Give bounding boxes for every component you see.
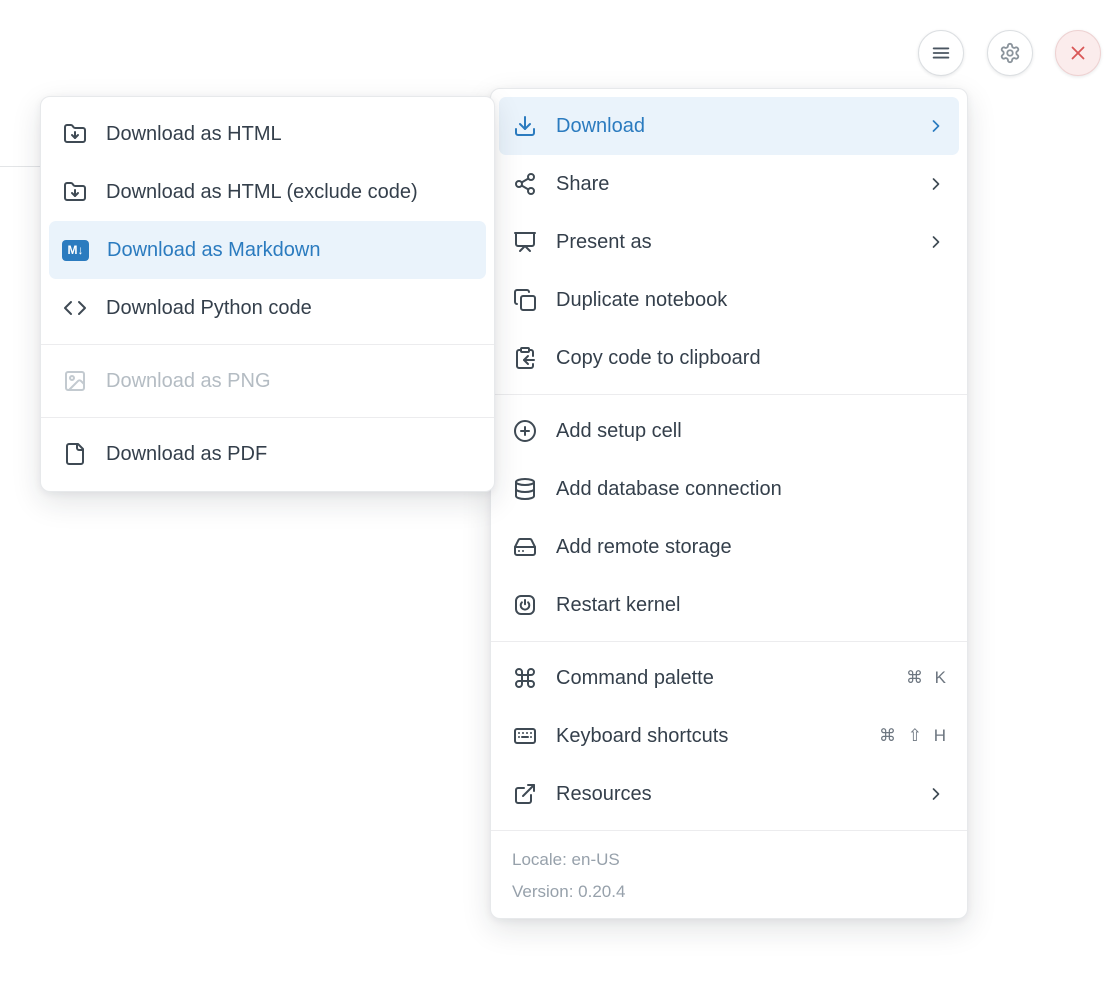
menu-item-label: Download Python code	[106, 297, 473, 320]
menu-divider	[491, 641, 967, 642]
chevron-right-icon	[926, 232, 946, 252]
menu-item-add-setup-cell[interactable]: Add setup cell	[499, 402, 959, 460]
folder-download-icon	[62, 179, 88, 205]
menu-item-label: Restart kernel	[556, 594, 946, 617]
menu-item-download-as-png[interactable]: Download as PNG	[49, 352, 486, 410]
menu-item-label: Keyboard shortcuts	[556, 725, 861, 748]
plus-circle-icon	[512, 418, 538, 444]
menu-item-download[interactable]: Download	[499, 97, 959, 155]
locale-text: Locale: en-US	[512, 844, 946, 876]
menu-item-label: Copy code to clipboard	[556, 347, 946, 370]
power-icon	[512, 592, 538, 618]
external-link-icon	[512, 781, 538, 807]
download-icon	[512, 113, 538, 139]
file-icon	[62, 441, 88, 467]
menu-item-label: Download as PDF	[106, 443, 473, 466]
menu-item-label: Download as HTML	[106, 123, 473, 146]
settings-button[interactable]	[987, 30, 1033, 76]
hard-drive-icon	[512, 534, 538, 560]
markdown-badge: M↓	[62, 240, 89, 261]
menu-item-label: Share	[556, 173, 908, 196]
download-submenu: Download as HTML Download as HTML (exclu…	[40, 96, 495, 492]
menu-item-label: Present as	[556, 231, 908, 254]
menu-item-present-as[interactable]: Present as	[499, 213, 959, 271]
chevron-right-icon	[926, 116, 946, 136]
menu-item-download-python-code[interactable]: Download Python code	[49, 279, 486, 337]
menu-divider	[41, 344, 494, 345]
menu-item-label: Download as Markdown	[107, 239, 473, 262]
shortcut-hint: ⌘ ⇧ H	[879, 726, 946, 746]
menu-item-add-remote-storage[interactable]: Add remote storage	[499, 518, 959, 576]
menu-divider	[491, 830, 967, 831]
shortcut-hint: ⌘ K	[906, 668, 946, 688]
menu-item-download-as-html[interactable]: Download as HTML	[49, 105, 486, 163]
menu-item-add-database-connection[interactable]: Add database connection	[499, 460, 959, 518]
menu-item-label: Add database connection	[556, 478, 946, 501]
close-button[interactable]	[1055, 30, 1101, 76]
menu-item-resources[interactable]: Resources	[499, 765, 959, 823]
chevron-right-icon	[926, 174, 946, 194]
keyboard-icon	[512, 723, 538, 749]
notebook-menu-button[interactable]	[918, 30, 964, 76]
share-icon	[512, 171, 538, 197]
menu-item-download-as-markdown[interactable]: M↓ Download as Markdown	[49, 221, 486, 279]
menu-item-restart-kernel[interactable]: Restart kernel	[499, 576, 959, 634]
menu-item-copy-code-to-clipboard[interactable]: Copy code to clipboard	[499, 329, 959, 387]
clipboard-copy-icon	[512, 345, 538, 371]
folder-download-icon	[62, 121, 88, 147]
notebook-actions-menu: Download Share Present as Duplicate note…	[490, 88, 968, 919]
menu-item-label: Download as PNG	[106, 370, 473, 393]
menu-item-label: Add remote storage	[556, 536, 946, 559]
close-icon	[1067, 42, 1089, 64]
menu-item-command-palette[interactable]: Command palette ⌘ K	[499, 649, 959, 707]
menu-footer: Locale: en-US Version: 0.20.4	[491, 838, 967, 910]
version-text: Version: 0.20.4	[512, 876, 946, 908]
menu-item-download-as-html-exclude-code[interactable]: Download as HTML (exclude code)	[49, 163, 486, 221]
chevron-right-icon	[926, 784, 946, 804]
duplicate-icon	[512, 287, 538, 313]
menu-item-download-as-pdf[interactable]: Download as PDF	[49, 425, 486, 483]
database-icon	[512, 476, 538, 502]
menu-item-duplicate-notebook[interactable]: Duplicate notebook	[499, 271, 959, 329]
menu-item-label: Command palette	[556, 667, 888, 690]
page-edge-divider	[0, 166, 40, 167]
menu-divider	[41, 417, 494, 418]
menu-item-label: Resources	[556, 783, 908, 806]
menu-item-label: Download	[556, 115, 908, 138]
menu-item-label: Download as HTML (exclude code)	[106, 181, 473, 204]
menu-item-label: Add setup cell	[556, 420, 946, 443]
image-icon	[62, 368, 88, 394]
markdown-icon: M↓	[62, 237, 89, 263]
gear-icon	[999, 42, 1021, 64]
hamburger-icon	[930, 42, 952, 64]
menu-item-label: Duplicate notebook	[556, 289, 946, 312]
presentation-icon	[512, 229, 538, 255]
menu-item-share[interactable]: Share	[499, 155, 959, 213]
command-icon	[512, 665, 538, 691]
menu-divider	[491, 394, 967, 395]
menu-item-keyboard-shortcuts[interactable]: Keyboard shortcuts ⌘ ⇧ H	[499, 707, 959, 765]
code-icon	[62, 295, 88, 321]
